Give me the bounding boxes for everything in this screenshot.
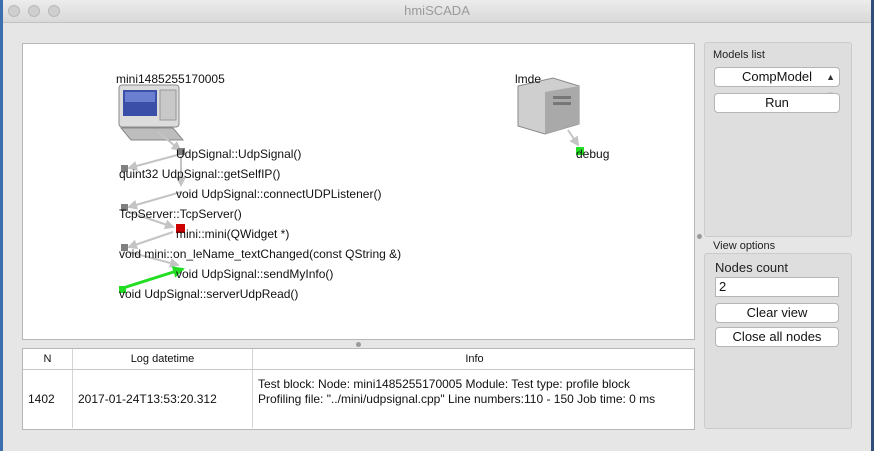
host-label[interactable]: lmde [515,72,541,86]
graph-view[interactable]: mini1485255170005 lmde debug UdpSignal::… [22,43,695,340]
cell-datetime: 2017-01-24T13:53:20.312 [73,370,253,428]
log-table-header: N Log datetime Info [23,349,694,370]
left-edge [0,0,3,451]
horizontal-splitter-handle[interactable] [356,342,361,347]
model-select[interactable]: CompModel ▲▼ [714,67,840,100]
column-header-datetime[interactable]: Log datetime [73,349,253,369]
graph-node[interactable]: void UdpSignal::sendMyInfo() [176,267,333,281]
graph-node[interactable]: void UdpSignal::serverUdpRead() [119,287,298,301]
graph-node[interactable]: TcpServer::TcpServer() [119,207,242,221]
computer-icon [118,84,185,141]
graph-node[interactable]: UdpSignal::UdpSignal() [176,147,301,161]
window-title: hmiSCADA [404,3,470,18]
cell-n: 1402 [23,370,73,428]
nodes-count-input[interactable]: 2 [715,277,839,297]
debug-label[interactable]: debug [576,147,609,161]
table-row[interactable]: 1402 2017-01-24T13:53:20.312 Test block:… [23,370,694,428]
graph-node[interactable]: void mini::on_leName_textChanged(const Q… [119,247,401,261]
cell-info: Test block: Node: mini1485255170005 Modu… [258,377,656,406]
host-label[interactable]: mini1485255170005 [116,72,225,86]
models-list-title: Models list [713,49,765,61]
view-options-title: View options [713,240,776,252]
log-table[interactable]: N Log datetime Info 1402 2017-01-24T13:5… [22,348,695,430]
title-bar: hmiSCADA [0,0,874,23]
model-select-value: CompModel [741,69,813,84]
vertical-splitter-handle[interactable] [697,234,702,239]
run-button[interactable]: Run [714,93,840,113]
graph-node[interactable]: mini::mini(QWidget *) [176,227,289,241]
server-icon [517,77,580,135]
column-header-info[interactable]: Info [253,349,696,369]
clear-view-button[interactable]: Clear view [715,303,839,323]
graph-node[interactable]: void UdpSignal::connectUDPListener() [176,187,381,201]
close-all-nodes-button[interactable]: Close all nodes [715,327,839,347]
column-header-n[interactable]: N [23,349,73,369]
nodes-count-label: Nodes count [715,260,788,275]
graph-node[interactable]: quint32 UdpSignal::getSelfIP() [119,167,280,181]
